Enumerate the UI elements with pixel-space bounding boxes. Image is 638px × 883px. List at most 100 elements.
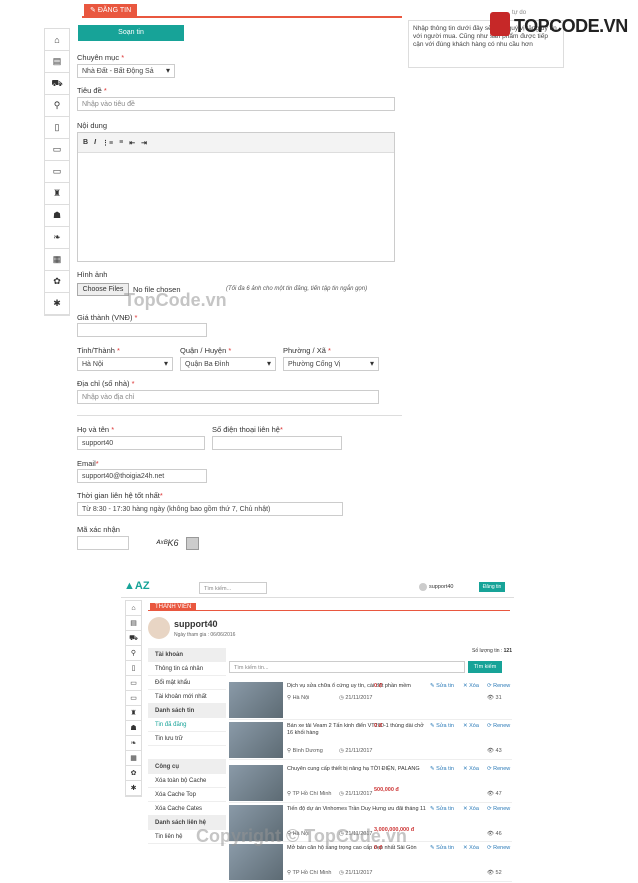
dress-icon[interactable]: ♜ (45, 183, 69, 205)
name-input[interactable]: support40 (77, 436, 205, 450)
desktop-icon[interactable]: ▭ (45, 161, 69, 183)
car-icon[interactable]: ⛟ (126, 631, 141, 646)
email-input[interactable]: support40@thoigia24h.net (77, 469, 207, 483)
post-title[interactable]: Chuyên cung cấp thiết bị nâng hạ TỜI ĐIỆ… (287, 766, 427, 773)
header-username[interactable]: support40 (429, 584, 453, 590)
outdent-icon[interactable]: ⇤ (129, 139, 135, 147)
category-select[interactable]: Nhà Đất - Bất Động Sả (77, 64, 175, 78)
leaf-icon[interactable]: ❧ (45, 227, 69, 249)
home-icon[interactable]: ⌂ (45, 29, 69, 51)
price-input[interactable] (77, 323, 207, 337)
keyboard-icon[interactable]: ▦ (126, 751, 141, 766)
renew-link[interactable]: ⟳ Renew (487, 766, 510, 772)
food-icon[interactable]: ☗ (45, 205, 69, 227)
home-icon[interactable]: ⌂ (126, 601, 141, 616)
motorbike-icon[interactable]: ⚲ (126, 646, 141, 661)
renew-link[interactable]: ⟳ Renew (487, 683, 510, 689)
phone-input[interactable] (212, 436, 342, 450)
time-label: Thời gian liên hệ tốt nhất* (77, 491, 163, 500)
menu-item[interactable]: Tin lưu trữ (148, 732, 226, 746)
tab-dang-tin[interactable]: ✎ ĐĂNG TIN (84, 4, 138, 16)
ward-select[interactable]: Phường Cống Vị (283, 357, 379, 371)
content-editor[interactable]: B I ⋮≡ ≡ ⇤ ⇥ (77, 132, 395, 262)
edit-link[interactable]: ✎ Sửa tin (430, 723, 454, 729)
motorbike-icon[interactable]: ⚲ (45, 95, 69, 117)
menu-item[interactable]: Xóa Cache Top (148, 788, 226, 802)
refresh-captcha-icon[interactable] (186, 537, 199, 550)
gear-icon[interactable]: ✿ (126, 766, 141, 781)
logo-brand: TOPCODE.VN (514, 16, 628, 36)
title-input[interactable]: Nhập vào tiêu đề (77, 97, 395, 111)
choose-files-button[interactable]: Choose Files (77, 283, 129, 296)
tab-thanh-vien[interactable]: THÀNH VIÊN (150, 603, 197, 611)
laptop-icon[interactable]: ▭ (45, 139, 69, 161)
tin-search-button[interactable]: Tìm kiếm (468, 661, 502, 673)
renew-link[interactable]: ⟳ Renew (487, 845, 510, 851)
laptop-icon[interactable]: ▭ (126, 676, 141, 691)
dress-icon[interactable]: ♜ (126, 706, 141, 721)
indent-icon[interactable]: ⇥ (141, 139, 147, 147)
address-input[interactable]: Nhập vào địa chỉ (77, 390, 379, 404)
az-logo-text: AZ (134, 580, 150, 592)
edit-link[interactable]: ✎ Sửa tin (430, 845, 454, 851)
menu-item[interactable]: Thông tin cá nhân (148, 662, 226, 676)
phone-icon[interactable]: ▯ (45, 117, 69, 139)
asterisk-icon[interactable]: ✱ (45, 293, 69, 315)
menu-item[interactable]: Tin đã đăng (148, 718, 226, 732)
food-icon[interactable]: ☗ (126, 721, 141, 736)
post-title[interactable]: Dịch vụ sửa chữa ổ cứng uy tín, cài đặt … (287, 683, 427, 690)
edit-link[interactable]: ✎ Sửa tin (430, 806, 454, 812)
menu-item[interactable]: Tài khoản mới nhất (148, 690, 226, 704)
edit-link[interactable]: ✎ Sửa tin (430, 683, 454, 689)
italic-icon[interactable]: I (94, 139, 96, 146)
post-thumbnail[interactable] (229, 722, 283, 758)
post-thumbnail[interactable] (229, 682, 283, 718)
menu-item[interactable]: Đổi mật khẩu (148, 676, 226, 690)
renew-link[interactable]: ⟳ Renew (487, 806, 510, 812)
asterisk-icon[interactable]: ✱ (126, 781, 141, 796)
bullet-list-icon[interactable]: ≡ (119, 139, 123, 146)
post-title[interactable]: Bán xe tải Veam 2 Tấn kinh điển VT200-1 … (287, 723, 427, 737)
menu-item[interactable]: Xóa Cache Cates (148, 802, 226, 816)
building-icon[interactable]: ▤ (126, 616, 141, 631)
post-location: ⚲ Hà Nội (287, 695, 310, 701)
renew-link[interactable]: ⟳ Renew (487, 723, 510, 729)
post-thumbnail[interactable] (229, 765, 283, 801)
time-input[interactable]: Từ 8:30 - 17:30 hàng ngày (không bao gồm… (77, 502, 343, 516)
ordered-list-icon[interactable]: ⋮≡ (102, 139, 113, 147)
post-button[interactable]: Đăng tin (479, 582, 505, 592)
tin-search-input[interactable]: Tìm kiếm tin... (229, 661, 465, 673)
desktop-icon[interactable]: ▭ (126, 691, 141, 706)
post-date: ◷ 21/11/2017 (339, 748, 373, 754)
table-row: Mở bán căn hộ sang trọng cao cấp đẹp nhấ… (229, 842, 512, 882)
delete-link[interactable]: ✕ Xóa (463, 683, 479, 689)
compose-button[interactable]: Soạn tin (78, 25, 184, 41)
watermark-2: Copyright © TopCode.vn (196, 826, 407, 846)
email-label: Email* (77, 459, 99, 468)
keyboard-icon[interactable]: ▦ (45, 249, 69, 271)
gear-icon[interactable]: ✿ (45, 271, 69, 293)
delete-link[interactable]: ✕ Xóa (463, 723, 479, 729)
address-label: Địa chỉ (số nhà) * (77, 379, 135, 388)
leaf-icon[interactable]: ❧ (126, 736, 141, 751)
post-thumbnail[interactable] (229, 844, 283, 880)
post-price: 0 đ (374, 723, 382, 729)
menu-item[interactable]: Xóa toàn bộ Cache (148, 774, 226, 788)
delete-link[interactable]: ✕ Xóa (463, 845, 479, 851)
delete-link[interactable]: ✕ Xóa (463, 766, 479, 772)
post-views: 👁 46 (487, 831, 502, 837)
city-select[interactable]: Hà Nội (77, 357, 173, 371)
district-select[interactable]: Quận Ba Đình (180, 357, 276, 371)
content-label: Nội dung (77, 121, 108, 130)
phone-icon[interactable]: ▯ (126, 661, 141, 676)
post-title[interactable]: Tiến độ dự án Vinhomes Trần Duy Hưng ưu … (287, 806, 427, 813)
delete-link[interactable]: ✕ Xóa (463, 806, 479, 812)
table-row: Dịch vụ sửa chữa ổ cứng uy tín, cài đặt … (229, 680, 512, 720)
bottom-header: ▲AZ Tìm kiếm... support40 Đăng tin (121, 578, 514, 598)
car-icon[interactable]: ⛟ (45, 73, 69, 95)
edit-link[interactable]: ✎ Sửa tin (430, 766, 454, 772)
bold-icon[interactable]: B (83, 139, 88, 146)
building-icon[interactable]: ▤ (45, 51, 69, 73)
captcha-input[interactable] (77, 536, 129, 550)
header-search-input[interactable]: Tìm kiếm... (199, 582, 267, 594)
